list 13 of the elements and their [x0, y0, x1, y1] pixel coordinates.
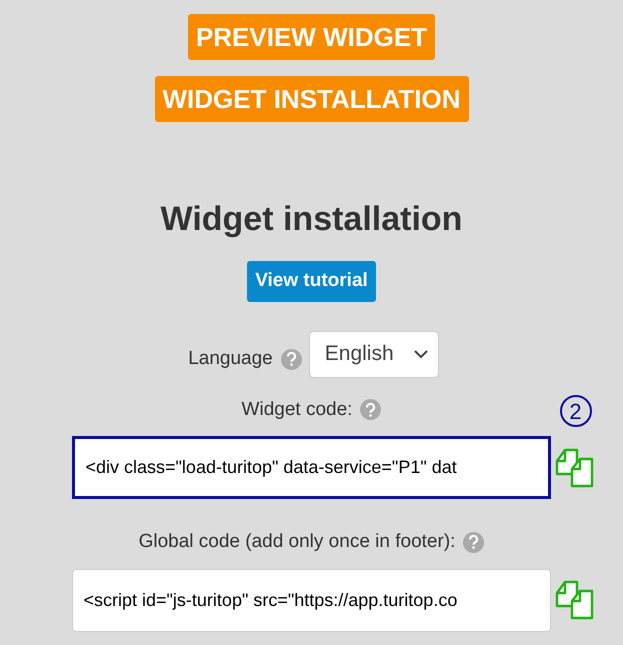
- view-tutorial-button[interactable]: View tutorial: [247, 261, 376, 302]
- language-label: Language: [188, 346, 273, 371]
- language-select[interactable]: English: [308, 330, 439, 378]
- help-icon[interactable]: [280, 348, 302, 370]
- help-icon[interactable]: [463, 532, 484, 553]
- code-field[interactable]: <div class="load-turitop" data-service="P1" dat: [72, 436, 550, 499]
- code-field[interactable]: <script id="js-turitop" src="https://app.turitop.co: [72, 568, 550, 632]
- page-heading: Widget installation: [160, 199, 462, 240]
- code-label: Widget code:: [242, 398, 352, 422]
- help-icon[interactable]: [360, 399, 382, 420]
- chevron-down-icon: [414, 350, 428, 358]
- step-number: 2: [560, 395, 592, 427]
- code-label: Global code (add only once in footer):: [138, 530, 456, 554]
